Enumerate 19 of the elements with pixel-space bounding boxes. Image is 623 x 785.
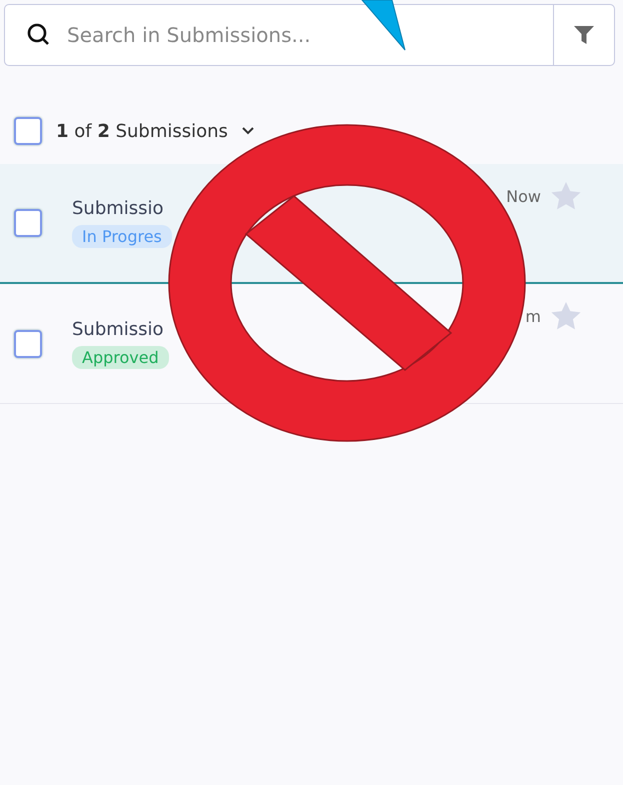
submission-count: 1 of 2 Submissions [56, 120, 228, 142]
filter-icon [574, 26, 594, 44]
submission-time: Now [506, 186, 541, 206]
filter-button[interactable] [553, 4, 615, 66]
select-all-checkbox[interactable] [14, 117, 42, 145]
search-input[interactable]: Search in Submissions... [65, 22, 553, 48]
submission-title: Submissio [72, 318, 165, 340]
star-icon[interactable] [551, 182, 581, 210]
submission-title: Submissio [72, 198, 165, 219]
row-checkbox[interactable] [14, 209, 42, 237]
row-checkbox[interactable] [14, 330, 42, 358]
search-field[interactable]: Search in Submissions... [4, 4, 553, 66]
status-tag: In Progres [72, 225, 172, 248]
status-tag: Approved [72, 346, 169, 368]
star-icon[interactable] [551, 302, 581, 330]
chevron-down-icon[interactable] [242, 127, 254, 135]
submission-time: m [525, 306, 541, 326]
arrow-drawing [360, 0, 406, 50]
search-icon [27, 23, 51, 47]
